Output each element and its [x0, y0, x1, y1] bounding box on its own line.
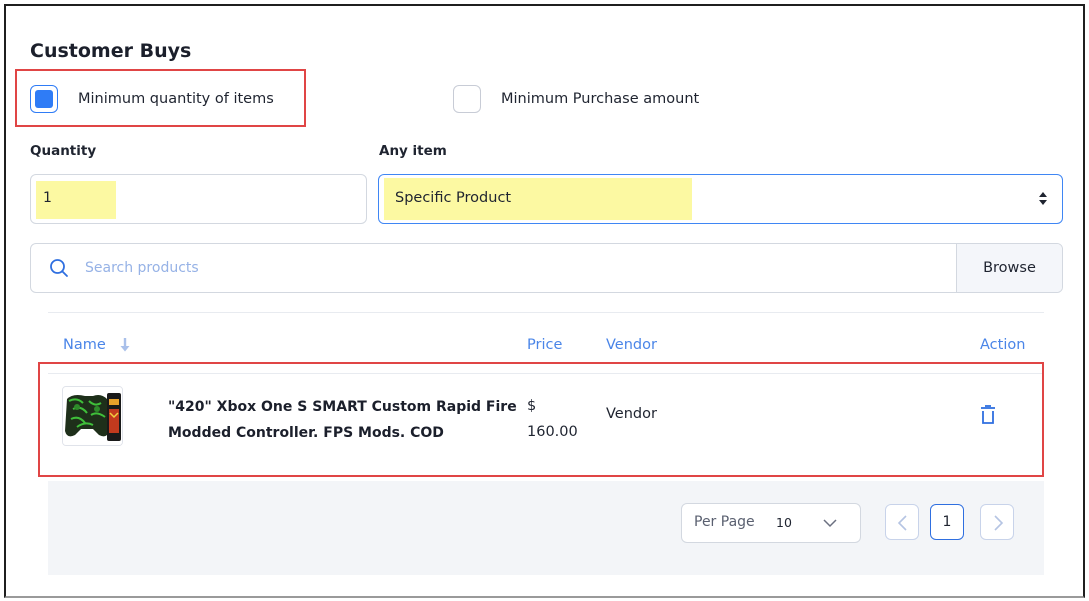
search-input[interactable] — [85, 244, 955, 292]
option-label: Minimum quantity of items — [78, 91, 274, 107]
column-name[interactable]: Name — [63, 337, 106, 353]
quantity-input[interactable]: 1 — [30, 174, 367, 224]
chevron-right-icon — [994, 515, 1004, 531]
chevron-left-icon — [897, 515, 907, 531]
arrow-down-icon[interactable] — [118, 336, 132, 354]
page-number: 1 — [942, 514, 952, 530]
option-minimum-purchase[interactable]: Minimum Purchase amount — [453, 85, 699, 113]
browse-button[interactable]: Browse — [956, 244, 1062, 292]
page-button-current[interactable]: 1 — [930, 504, 964, 540]
per-page-label: Per Page — [694, 514, 755, 530]
any-item-selected: Specific Product — [395, 190, 512, 206]
column-action: Action — [980, 337, 1026, 353]
select-arrows-icon — [1038, 191, 1048, 207]
quantity-value: 1 — [43, 190, 52, 206]
search-icon — [50, 259, 68, 277]
column-price: Price — [527, 337, 563, 353]
checkbox-minimum-quantity[interactable] — [30, 85, 58, 113]
search-bar: Browse — [30, 243, 1063, 293]
option-minimum-quantity[interactable]: Minimum quantity of items — [30, 85, 274, 113]
checkbox-minimum-purchase[interactable] — [453, 85, 481, 113]
section-title: Customer Buys — [30, 40, 192, 62]
annotation-box-product-row — [38, 362, 1044, 477]
any-item-label: Any item — [379, 143, 447, 159]
prev-page-button[interactable] — [885, 504, 919, 540]
any-item-select[interactable]: Specific Product — [378, 174, 1063, 224]
quantity-label: Quantity — [30, 143, 97, 159]
per-page-select[interactable]: Per Page 10 — [681, 503, 861, 543]
table-footer: Per Page 10 1 — [48, 481, 1044, 575]
option-label: Minimum Purchase amount — [501, 91, 700, 107]
next-page-button[interactable] — [980, 504, 1014, 540]
chevron-down-icon — [823, 519, 837, 528]
per-page-value: 10 — [776, 515, 792, 530]
column-vendor: Vendor — [606, 337, 657, 353]
